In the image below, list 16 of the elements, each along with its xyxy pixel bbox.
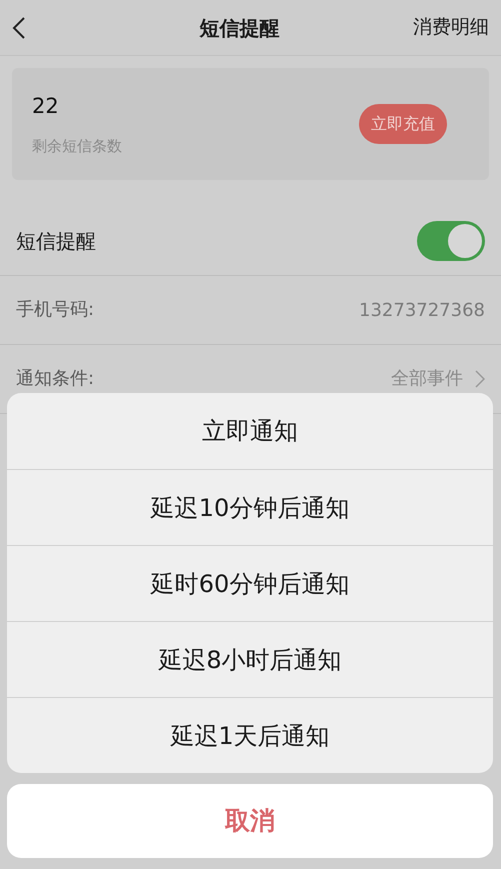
setting-label: 通知条件:: [16, 370, 94, 388]
sheet-option[interactable]: 延迟1天后通知: [7, 697, 493, 773]
sms-count: 22: [32, 93, 60, 120]
back-icon[interactable]: [12, 16, 26, 40]
setting-value: 全部事件: [391, 370, 463, 388]
setting-label: 短信提醒: [16, 228, 96, 255]
billing-details-link[interactable]: 消费明细: [413, 13, 489, 42]
sheet-option[interactable]: 延时60分钟后通知: [7, 545, 493, 621]
phone-number: 13273727368: [359, 298, 485, 322]
sheet-option[interactable]: 延迟8小时后通知: [7, 621, 493, 697]
sheet-option[interactable]: 延迟10分钟后通知: [7, 469, 493, 545]
setting-label: 手机号码:: [16, 301, 94, 319]
chevron-right-icon: [475, 370, 485, 388]
sms-count-label: 剩余短信条数: [32, 136, 122, 156]
page-title: 短信提醒: [200, 14, 280, 42]
toggle-switch[interactable]: [417, 221, 485, 261]
